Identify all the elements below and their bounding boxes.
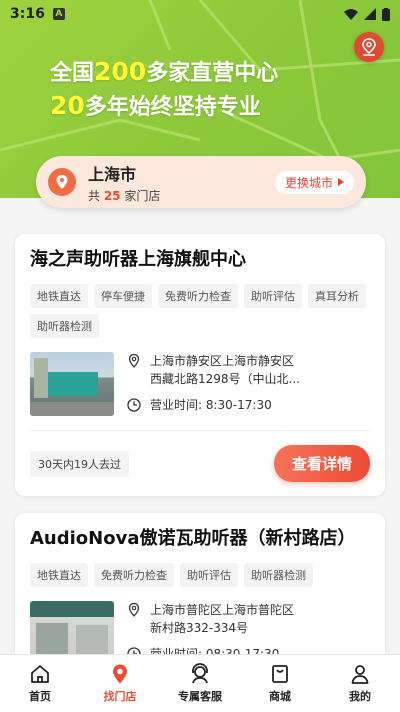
store-count: 共 25 家门店 (88, 188, 161, 203)
change-city-button[interactable]: 更换城市 (274, 170, 354, 194)
city-name: 上海市 (88, 164, 137, 184)
bottom-nav: 首页 找门店 专属客服 商城 我的 (0, 654, 400, 712)
store-hours: 营业时间: 8:30-17:30 (126, 396, 370, 414)
signal-icon (364, 8, 376, 20)
status-bar: 3:16 A (0, 0, 400, 28)
location-pin-icon (113, 664, 127, 684)
store-tag: 助听评估 (180, 563, 238, 587)
store-tag: 助听器检测 (244, 563, 313, 587)
store-tags: 地铁直达 停车便捷 免费听力检查 助听评估 真耳分析 助听器检测 (30, 284, 370, 338)
user-icon (351, 665, 369, 684)
shopping-bag-icon (272, 665, 288, 683)
map-location-button[interactable] (354, 32, 384, 62)
clock-icon (127, 398, 141, 412)
city-pin-icon (48, 168, 76, 196)
home-icon (31, 665, 49, 683)
nav-customer-service[interactable]: 专属客服 (160, 655, 240, 712)
wifi-icon (344, 9, 358, 20)
store-card[interactable]: AudioNova傲诺瓦助听器（新村路店） 地铁直达 免费听力检查 助听评估 助… (15, 513, 385, 673)
map-pin-icon (362, 38, 376, 56)
nav-shop[interactable]: 商城 (240, 655, 320, 712)
location-icon (128, 602, 140, 617)
banner-slogan: 全国200多家直营中心 20多年始终坚持专业 (50, 56, 278, 124)
store-tag: 助听评估 (244, 284, 302, 308)
nav-find-store[interactable]: 找门店 (80, 655, 160, 712)
visit-count: 30天内19人去过 (30, 450, 129, 477)
nav-home[interactable]: 首页 (0, 655, 80, 712)
battery-icon (382, 7, 390, 21)
store-title: AudioNova傲诺瓦助听器（新村路店） (30, 528, 356, 549)
store-card[interactable]: 海之声助听器上海旗舰中心 地铁直达 停车便捷 免费听力检查 助听评估 真耳分析 … (15, 234, 385, 496)
store-photo (30, 352, 114, 416)
store-tag: 免费听力检查 (94, 563, 174, 587)
store-tag: 地铁直达 (30, 284, 88, 308)
store-tag: 免费听力检查 (158, 284, 238, 308)
triangle-right-icon (338, 178, 344, 186)
store-tag: 地铁直达 (30, 563, 88, 587)
store-tag: 助听器检测 (30, 314, 99, 338)
nav-profile[interactable]: 我的 (320, 655, 400, 712)
store-tags: 地铁直达 免费听力检查 助听评估 助听器检测 (30, 563, 370, 587)
store-address: 上海市普陀区上海市普陀区 新村路332-334号 (126, 601, 370, 637)
view-details-button[interactable]: 查看详情 (273, 445, 370, 482)
slogan-line-2: 20多年始终坚持专业 (50, 91, 261, 120)
divider (30, 430, 370, 431)
store-address: 上海市静安区上海市静安区 西藏北路1298号（中山北... (126, 352, 370, 388)
store-tag: 停车便捷 (94, 284, 152, 308)
slogan-line-1: 全国200多家直营中心 (50, 57, 279, 86)
city-selector: 上海市 共 25 家门店 更换城市 (36, 156, 366, 208)
location-icon (128, 353, 140, 368)
store-title: 海之声助听器上海旗舰中心 (30, 249, 246, 270)
sim-icon: A (52, 8, 65, 20)
store-tag: 真耳分析 (308, 284, 366, 308)
status-time: 3:16 (10, 6, 45, 22)
customer-service-icon (192, 663, 208, 684)
